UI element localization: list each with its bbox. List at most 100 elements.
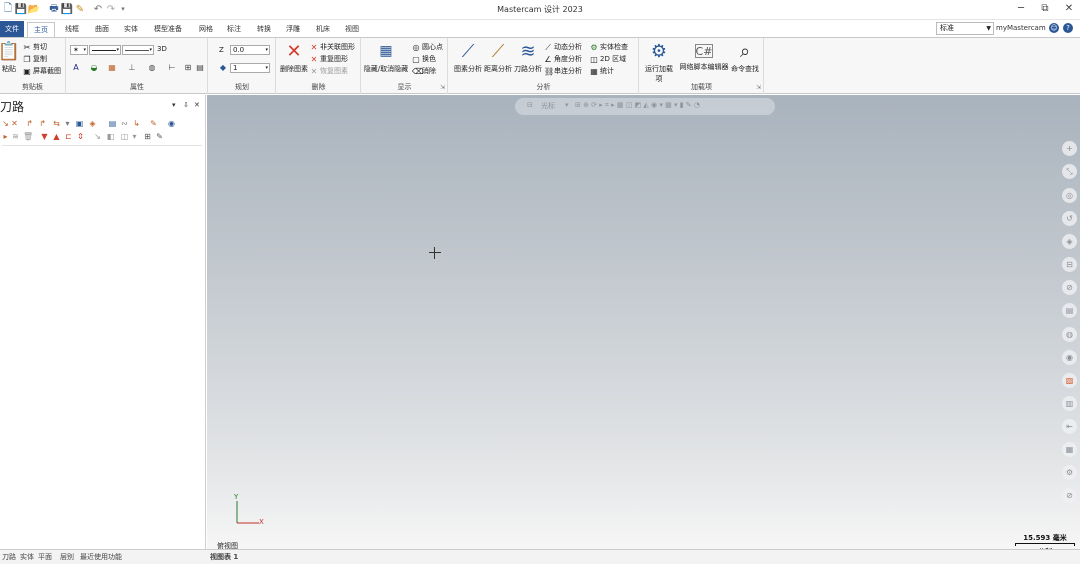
threed-toggle[interactable]: 3D bbox=[157, 44, 167, 55]
settings-icon[interactable]: ⚙ bbox=[1062, 465, 1077, 480]
attribute-manager-icon[interactable]: ▤ bbox=[195, 63, 205, 73]
status-tab-solids[interactable]: 实体 bbox=[20, 552, 34, 562]
delete-entity-button[interactable]: ✕ 删除图素 bbox=[277, 40, 311, 74]
help-icon[interactable]: ? bbox=[1063, 23, 1073, 33]
tab-machine[interactable]: 机床 bbox=[309, 22, 337, 37]
statistics-button[interactable]: ▦ 统计 bbox=[590, 66, 614, 77]
workspace-select[interactable]: 标准 ▼ bbox=[936, 22, 994, 35]
status-tab-recent[interactable]: 最近使用功能 bbox=[80, 552, 122, 562]
z-depth-input[interactable]: 0.0 ▾ bbox=[230, 45, 270, 55]
status-tab-levels[interactable]: 层别 bbox=[60, 552, 74, 562]
toolpath-analysis-button[interactable]: ≋ 刀路分析 bbox=[511, 40, 545, 74]
front-view-icon[interactable]: ⊟ bbox=[1062, 257, 1077, 272]
options-icon[interactable]: ▾ bbox=[130, 132, 139, 141]
select-tools-icon[interactable]: ⊞ ⊕ ⟳ ▸ ⌗ ▸ ▦ ◫ ◩ ◭ ◉ ▾ ▦ ▾ ▮ ✎ ◔ bbox=[575, 101, 700, 110]
wireframe-shade-icon[interactable]: ◍ bbox=[1062, 327, 1077, 342]
unrelated-button[interactable]: ✕ 非关联图形 bbox=[310, 42, 355, 53]
run-addin-button[interactable]: ⚙ 运行加载项 bbox=[642, 40, 676, 84]
tool-manager-icon[interactable]: ✎ bbox=[155, 132, 164, 141]
graphics-viewport[interactable]: ⊟ 光标 ▾ ⊞ ⊕ ⟳ ▸ ⌗ ▸ ▦ ◫ ◩ ◭ ◉ ▾ ▦ ▾ ▮ ✎ ◔… bbox=[207, 95, 1080, 549]
status-tab-planes[interactable]: 平面 bbox=[38, 552, 52, 562]
tab-annotation[interactable]: 标注 bbox=[220, 22, 248, 37]
hidden-lines-icon[interactable]: ▥ bbox=[1062, 396, 1077, 411]
tab-wireframe[interactable]: 线框 bbox=[58, 22, 86, 37]
angle-analysis-button[interactable]: ∠ 角度分析 bbox=[544, 54, 582, 65]
post-icon[interactable]: ▤ bbox=[108, 119, 117, 128]
center-point-button[interactable]: ◎ 圆心点 bbox=[412, 42, 444, 53]
distance-analysis-button[interactable]: ⟋ 距离分析 bbox=[481, 40, 515, 74]
verify-icon[interactable]: ▣ bbox=[75, 119, 84, 128]
lock-icon[interactable]: ✎ bbox=[149, 119, 158, 128]
simulate-icon[interactable]: ◈ bbox=[88, 119, 97, 128]
net-script-editor-button[interactable]: C# 网络脚本编辑器 bbox=[678, 40, 730, 72]
iso-view-icon[interactable]: ▤ bbox=[1062, 303, 1077, 318]
regenerate-dirty-icon[interactable]: ↱ bbox=[38, 119, 47, 128]
hide-unhide-button[interactable]: ▦ 隐藏/取消隐藏 bbox=[362, 40, 410, 74]
display-options-icon[interactable]: ▦ bbox=[1062, 442, 1077, 457]
single-display-icon[interactable]: ◧ bbox=[106, 132, 115, 141]
toggle-display-icon[interactable]: ↳ bbox=[132, 119, 141, 128]
show-selected-icon[interactable]: ↘ bbox=[93, 132, 102, 141]
surface-color-icon[interactable]: ◒ bbox=[89, 63, 99, 73]
fit-icon[interactable]: ⤡ bbox=[1062, 164, 1077, 179]
change-color-button[interactable]: ▢ 换色 bbox=[412, 54, 436, 65]
dialog-launcher-icon[interactable]: ⇲ bbox=[756, 84, 761, 91]
help-icon[interactable]: ◉ bbox=[167, 119, 176, 128]
undelete-button[interactable]: ✕ 恢复图素 bbox=[310, 66, 348, 77]
shaded-icon[interactable]: ◉ bbox=[1062, 350, 1077, 365]
dialog-launcher-icon[interactable]: ⇲ bbox=[440, 84, 445, 91]
command-finder-button[interactable]: ⌕ 命令查找 bbox=[728, 40, 762, 74]
side-view-icon[interactable]: ⊘ bbox=[1062, 280, 1077, 295]
tab-model-prep[interactable]: 模型准备 bbox=[148, 22, 188, 37]
viewport-toolbar[interactable]: ⊟ 光标 ▾ ⊞ ⊕ ⟳ ▸ ⌗ ▸ ▦ ◫ ◩ ◭ ◉ ▾ ▦ ▾ ▮ ✎ ◔ bbox=[515, 98, 775, 115]
close-icon[interactable]: ✕ bbox=[194, 101, 200, 109]
collapse-icon[interactable]: ≋ bbox=[11, 132, 20, 141]
disabled-icon[interactable]: ⊘ bbox=[1062, 488, 1077, 503]
select-failed-icon[interactable]: ✕ bbox=[10, 119, 19, 128]
section-view-icon[interactable]: ▧ bbox=[1062, 373, 1077, 388]
rotate-icon[interactable]: ↺ bbox=[1062, 211, 1077, 226]
delete-operation-icon[interactable]: 🗑 bbox=[23, 132, 33, 141]
move-up-icon[interactable]: ▲ bbox=[52, 132, 61, 141]
account-icon[interactable]: ☺ bbox=[1049, 23, 1059, 33]
chain-analysis-button[interactable]: ⛓ 串连分析 bbox=[544, 66, 582, 77]
view-cube-icon[interactable]: ◈ bbox=[1062, 234, 1077, 249]
expand-icon[interactable]: ▸ bbox=[1, 132, 10, 141]
duplicate-button[interactable]: ✕ 重复图形 bbox=[310, 54, 348, 65]
scroll-to-insert-icon[interactable]: ⇕ bbox=[76, 132, 85, 141]
close-button[interactable]: ✕ bbox=[1061, 2, 1077, 16]
high-speed-icon[interactable]: ∾ bbox=[120, 119, 129, 128]
display-all-icon[interactable]: ◫ bbox=[120, 132, 129, 141]
line-style-select[interactable]: ▾ bbox=[89, 45, 121, 55]
solid-check-button[interactable]: ⚙ 实体检查 bbox=[590, 42, 628, 53]
solid-color-icon[interactable]: ▦ bbox=[107, 63, 117, 73]
line-width-select[interactable]: ▾ bbox=[122, 45, 154, 55]
point-style-select[interactable]: ✶ ▾ bbox=[70, 45, 88, 55]
chevron-down-icon[interactable]: ▾ bbox=[565, 101, 569, 109]
pin-icon[interactable]: ⇩ bbox=[183, 101, 189, 109]
dialog-icon[interactable]: ⊞ bbox=[143, 132, 152, 141]
tab-transform[interactable]: 转换 bbox=[250, 22, 278, 37]
toolpath-tree[interactable] bbox=[2, 145, 202, 545]
screen-capture-button[interactable]: ▣ 屏幕截图 bbox=[23, 66, 61, 77]
material-icon[interactable]: ⊥ bbox=[127, 63, 137, 73]
paste-button[interactable]: 📋 粘贴 bbox=[0, 40, 22, 74]
tab-home[interactable]: 主页 bbox=[27, 22, 55, 37]
tab-mesh[interactable]: 网格 bbox=[192, 22, 220, 37]
mymastercam-link[interactable]: myMastercam bbox=[996, 24, 1046, 32]
cut-button[interactable]: ✂ 剪切 bbox=[23, 42, 47, 53]
status-tab-toolpaths[interactable]: 刀路 bbox=[2, 552, 16, 562]
restore-button[interactable]: ⧉ bbox=[1037, 2, 1053, 16]
sphere-icon[interactable]: ◍ bbox=[147, 63, 157, 73]
zoom-in-icon[interactable]: + bbox=[1062, 141, 1077, 156]
cursor-select-icon[interactable]: ⊟ bbox=[527, 101, 533, 109]
panel-menu-icon[interactable]: ▾ bbox=[172, 101, 176, 109]
tab-file[interactable]: 文件 bbox=[0, 21, 24, 37]
move-down-icon[interactable]: ▼ bbox=[40, 132, 49, 141]
dynamic-analysis-button[interactable]: ⟋ 动态分析 bbox=[544, 42, 582, 53]
regenerate-icon[interactable]: ↱ bbox=[25, 119, 34, 128]
zoom-window-icon[interactable]: ◎ bbox=[1062, 188, 1077, 203]
clear-color-icon[interactable]: ⊞ bbox=[183, 63, 193, 73]
minimize-button[interactable]: ─ bbox=[1013, 2, 1029, 16]
entity-analysis-button[interactable]: ⟋ 图素分析 bbox=[451, 40, 485, 74]
